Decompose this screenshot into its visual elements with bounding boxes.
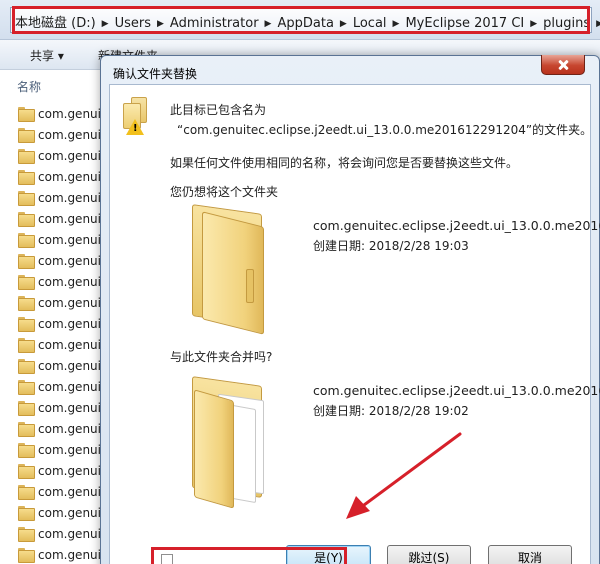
folder-icon — [18, 212, 35, 227]
message-line: 您仍想将这个文件夹 — [170, 185, 279, 199]
folder-icon — [18, 506, 35, 521]
file-list-item[interactable]: com.genuit — [0, 314, 110, 335]
file-list-item[interactable]: com.genuit — [0, 188, 110, 209]
column-header-label: 名称 — [17, 80, 42, 94]
file-list-item[interactable]: com.genuit — [0, 104, 110, 125]
folder-icon — [18, 317, 35, 332]
file-list-item[interactable]: com.genuit — [0, 230, 110, 251]
folder-icon — [18, 485, 35, 500]
file-list-item[interactable]: com.genuit — [0, 167, 110, 188]
file-list-item[interactable]: com.genuit — [0, 209, 110, 230]
folder-icon — [18, 233, 35, 248]
file-list-item[interactable]: com.genuit — [0, 503, 110, 524]
file-list-item[interactable]: com.genuit — [0, 377, 110, 398]
folder-icon — [18, 107, 35, 122]
file-list-item[interactable]: com.genuit — [0, 335, 110, 356]
dialog-body: ! 此目标已包含名为 “com.genuitec.eclipse.j2eedt.… — [109, 84, 600, 564]
message-folder-name: “com.genuitec.eclipse.j2eedt.ui_13.0.0.m… — [177, 123, 593, 137]
file-name: com.genuit — [38, 212, 106, 226]
folder-icon — [18, 191, 35, 206]
cancel-button[interactable]: 取消 — [488, 545, 572, 564]
folder-icon — [18, 401, 35, 416]
target-folder-name: com.genuitec.eclipse.j2eedt.ui_13.0.0.me… — [313, 218, 600, 233]
file-name: com.genuit — [38, 128, 106, 142]
file-list-item[interactable]: com.genuit — [0, 293, 110, 314]
folder-icon — [18, 254, 35, 269]
file-name: com.genuit — [38, 380, 106, 394]
file-list-item[interactable]: com.genuit — [0, 146, 110, 167]
file-list-item[interactable]: com.genuit — [0, 356, 110, 377]
file-name: com.genuit — [38, 170, 106, 184]
file-name: com.genuit — [38, 296, 106, 310]
source-folder-date: 创建日期: 2018/2/28 19:02 — [313, 404, 469, 418]
file-name: com.genuit — [38, 254, 106, 268]
skip-button[interactable]: 跳过(S) — [387, 545, 471, 564]
folder-icon — [18, 296, 35, 311]
file-name: com.genuit — [38, 191, 106, 205]
share-button[interactable]: 共享 ▾ — [30, 47, 64, 64]
folder-icon — [18, 275, 35, 290]
folder-icon — [18, 128, 35, 143]
address-highlight-box — [12, 6, 590, 34]
folder-icon — [18, 422, 35, 437]
folder-icon — [18, 527, 35, 542]
merge-question: 与此文件夹合并吗? — [170, 350, 273, 364]
folder-icon — [18, 359, 35, 374]
folder-icon — [18, 443, 35, 458]
dialog-title: 确认文件夹替换 — [113, 67, 198, 81]
target-folder-date: 创建日期: 2018/2/28 19:03 — [313, 239, 469, 253]
file-list-item[interactable]: com.genuit — [0, 419, 110, 440]
file-name: com.genuit — [38, 485, 106, 499]
file-name: com.genuit — [38, 443, 106, 457]
column-header-name[interactable]: 名称 — [0, 72, 110, 98]
file-name: com.genuit — [38, 359, 106, 373]
file-name: com.genuit — [38, 233, 106, 247]
file-name: com.genuit — [38, 422, 106, 436]
file-list-item[interactable]: com.genuit — [0, 461, 110, 482]
folder-icon — [18, 170, 35, 185]
file-name: com.genuit — [38, 527, 106, 541]
folder-icon — [18, 338, 35, 353]
folder-icon — [18, 548, 35, 563]
file-name: com.genuit — [38, 107, 106, 121]
checkbox-highlight-box — [151, 547, 347, 564]
target-folder-icon — [188, 204, 272, 335]
message-line: 此目标已包含名为 — [170, 103, 267, 117]
file-list-item[interactable]: com.genuit — [0, 251, 110, 272]
source-folder-name: com.genuitec.eclipse.j2eedt.ui_13.0.0.me… — [313, 383, 600, 398]
folder-icon — [18, 149, 35, 164]
confirm-folder-replace-dialog: 确认文件夹替换 ! 此目标已包含名为 “com.genuitec.eclipse… — [100, 55, 600, 564]
file-list-item[interactable]: com.genuit — [0, 482, 110, 503]
source-folder-icon — [188, 376, 272, 509]
folder-warning-icon: ! — [119, 95, 155, 137]
file-list-item[interactable]: com.genuit — [0, 125, 110, 146]
file-name: com.genuit — [38, 275, 106, 289]
file-name: com.genuit — [38, 338, 106, 352]
file-list-item[interactable]: com.genuit — [0, 398, 110, 419]
file-list-item[interactable]: com.genuit — [0, 524, 110, 545]
folder-icon — [18, 464, 35, 479]
file-name: com.genuit — [38, 506, 106, 520]
file-name: com.genuit — [38, 464, 106, 478]
file-list-item[interactable]: com.genuit — [0, 440, 110, 461]
file-name: com.genuit — [38, 149, 106, 163]
file-name: com.genuit — [38, 548, 106, 562]
close-button[interactable] — [541, 55, 585, 75]
breadcrumb-arrow-icon[interactable]: ▶ — [596, 19, 600, 29]
file-list-item[interactable]: com.genuit — [0, 545, 110, 564]
file-list-item[interactable]: com.genuit — [0, 272, 110, 293]
message-line: 如果任何文件使用相同的名称，将会询问您是否要替换这些文件。 — [170, 156, 519, 170]
file-name: com.genuit — [38, 401, 106, 415]
file-name: com.genuit — [38, 317, 106, 331]
folder-icon — [18, 380, 35, 395]
